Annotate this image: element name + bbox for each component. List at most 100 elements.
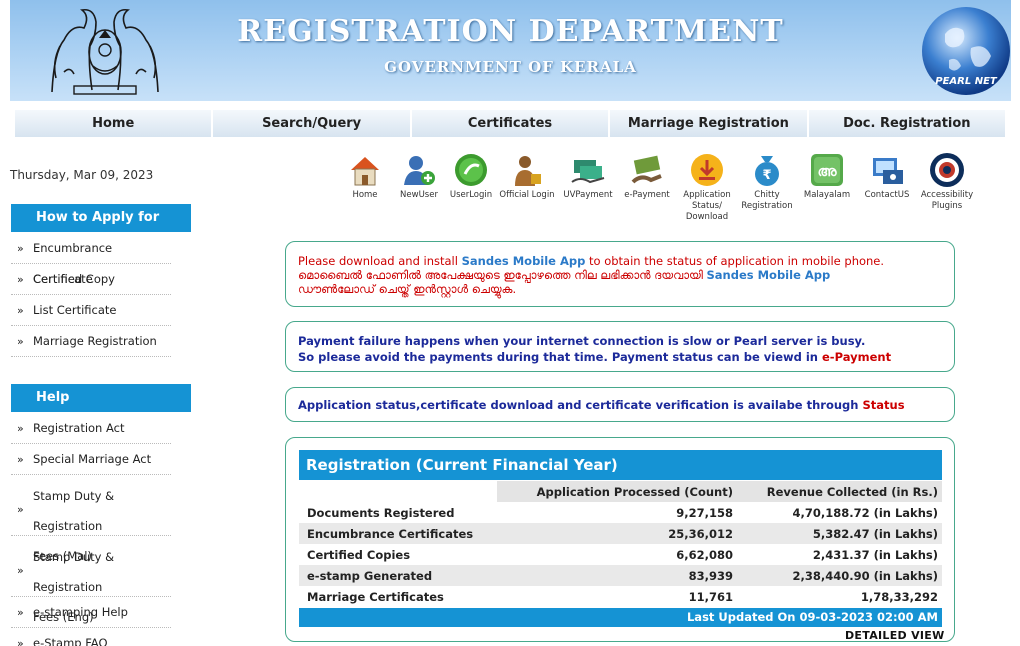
row-label: Documents Registered xyxy=(299,502,497,523)
status-link[interactable]: Status xyxy=(862,398,904,412)
table-row: Documents Registered 9,27,158 4,70,188.7… xyxy=(299,502,942,523)
nav-search-query[interactable]: Search/Query xyxy=(213,110,412,137)
chitty-icon: ₹ xyxy=(755,156,779,186)
notice-line: So please avoid the payments during that… xyxy=(298,349,942,365)
help-heading: Help xyxy=(11,384,191,412)
notice-text: Please download and install xyxy=(298,254,462,268)
sidebar-item-stamp-duty-eng[interactable]: » Stamp Duty & Registration Fees (Eng) xyxy=(11,536,171,624)
row-revenue: 5,382.47 (in Lakhs) xyxy=(737,523,942,544)
notice-text: മൊബൈൽ ഫോണിൽ അപേക്ഷയുടെ ഇപ്പോഴത്തെ നില ലഭ… xyxy=(298,268,707,282)
row-label: Marriage Certificates xyxy=(299,586,497,607)
quick-link-user-login[interactable]: UserLogin xyxy=(440,152,502,201)
e-payment-link[interactable]: e-Payment xyxy=(822,350,891,364)
bullet-icon: » xyxy=(17,422,24,435)
column-header: Revenue Collected (in Rs.) xyxy=(737,481,942,502)
sidebar-item-registration-act[interactable]: » Registration Act xyxy=(11,413,171,444)
registration-stats-box: Registration (Current Financial Year) Ap… xyxy=(285,437,955,642)
bullet-icon: » xyxy=(17,564,24,577)
column-header: Application Processed (Count) xyxy=(497,481,737,502)
how-to-apply-list: » Encumbrance Certificate » Certified Copy… xyxy=(11,233,171,357)
new-user-icon xyxy=(404,156,435,185)
quick-links-icon-bar: Home NewUser UserLogin Official Login UV… xyxy=(338,152,978,232)
bullet-icon: » xyxy=(17,335,24,348)
house-icon xyxy=(351,157,379,186)
nav-home[interactable]: Home xyxy=(15,110,214,137)
official-login-icon xyxy=(515,156,541,186)
bullet-icon: » xyxy=(17,242,24,255)
sidebar-item-label: Special Marriage Act xyxy=(33,452,152,466)
payment-failure-notice: Payment failure happens when your intern… xyxy=(285,321,955,372)
nav-marriage-registration[interactable]: Marriage Registration xyxy=(610,110,809,137)
column-header xyxy=(299,481,497,502)
nav-certificates[interactable]: Certificates xyxy=(411,110,611,137)
quick-link-home[interactable]: Home xyxy=(334,152,396,201)
row-count: 83,939 xyxy=(497,565,737,586)
e-payment-icon xyxy=(631,155,662,184)
icon-label: Accessibility Plugins xyxy=(920,190,974,211)
current-date: Thursday, Mar 09, 2023 xyxy=(10,168,154,182)
download-icon xyxy=(691,154,723,186)
row-label: e-stamp Generated xyxy=(299,565,497,586)
icon-label: Official Login xyxy=(499,190,555,200)
sidebar-item-certified-copy[interactable]: » Certified Copy xyxy=(11,264,171,295)
globe-logo-text: PEARL NET xyxy=(935,76,998,87)
uv-payment-icon xyxy=(571,160,605,184)
bullet-icon: » xyxy=(17,503,24,516)
notice-text: Payment failure happens when your intern… xyxy=(298,334,866,348)
row-label: Certified Copies xyxy=(299,544,497,565)
row-revenue: 2,431.37 (in Lakhs) xyxy=(737,544,942,565)
notice-text: ഡൗൺലോഡ് ചെയ്ത് ഇൻസ്റ്റാൾ ചെയ്യുക. xyxy=(298,282,517,296)
sidebar-item-encumbrance[interactable]: » Encumbrance Certificate xyxy=(11,233,171,286)
sandes-app-link-mal[interactable]: Sandes Mobile App xyxy=(707,268,831,282)
notice-text: to obtain the status of application in m… xyxy=(585,254,885,268)
quick-link-accessibility[interactable]: Accessibility Plugins xyxy=(916,152,978,212)
bullet-icon: » xyxy=(17,304,24,317)
sidebar-item-list-certificate[interactable]: » List Certificate xyxy=(11,295,171,326)
notice-text: So please avoid the payments during that… xyxy=(298,350,822,364)
sidebar-item-label: Marriage Registration xyxy=(33,334,157,348)
icon-label: e-Payment xyxy=(624,190,670,200)
quick-link-e-payment[interactable]: e-Payment xyxy=(616,152,678,201)
sidebar-item-marriage-registration[interactable]: » Marriage Registration xyxy=(11,326,171,357)
row-count: 11,761 xyxy=(497,586,737,607)
how-to-apply-heading: How to Apply for xyxy=(11,204,191,232)
quick-link-chitty-registration[interactable]: ₹ Chitty Registration xyxy=(736,152,798,212)
detailed-view-link[interactable]: DETAILED VIEW xyxy=(845,629,945,642)
icon-label: UVPayment xyxy=(563,190,613,200)
sidebar-item-label: Registration Act xyxy=(33,421,125,435)
registration-table: Application Processed (Count) Revenue Co… xyxy=(299,481,942,607)
registration-title: Registration (Current Financial Year) xyxy=(299,450,942,480)
row-count: 9,27,158 xyxy=(497,502,737,523)
quick-link-contact-us[interactable]: ContactUS xyxy=(856,152,918,201)
quick-link-application-status[interactable]: Application Status/ Download xyxy=(676,152,738,223)
sidebar-item-label: Stamp Duty & Registration xyxy=(33,489,115,533)
page-title: REGISTRATION DEPARTMENT xyxy=(237,14,784,49)
svg-text:₹: ₹ xyxy=(762,168,771,183)
notice-text: Application status,certificate download … xyxy=(298,398,863,412)
svg-text:അ: അ xyxy=(817,164,837,180)
pearl-net-globe-logo: PEARL NET xyxy=(922,7,1010,95)
row-label: Encumbrance Certificates xyxy=(299,523,497,544)
row-revenue: 2,38,440.90 (in Lakhs) xyxy=(737,565,942,586)
header-banner: REGISTRATION DEPARTMENT GOVERNMENT OF KE… xyxy=(10,0,1011,101)
sidebar-item-stamp-duty-mal[interactable]: » Stamp Duty & Registration Fees (Mal) xyxy=(11,475,171,563)
sidebar-item-label: e-stamping Help xyxy=(33,605,128,619)
user-login-icon xyxy=(455,154,487,186)
row-count: 25,36,012 xyxy=(497,523,737,544)
sidebar-item-label: e-Stamp FAQ xyxy=(33,636,108,646)
sandes-app-link[interactable]: Sandes Mobile App xyxy=(462,254,586,268)
nav-doc-registration[interactable]: Doc. Registration xyxy=(808,110,1006,137)
sidebar-item-e-stamp-faq[interactable]: » e-Stamp FAQ xyxy=(11,628,171,646)
row-revenue: 1,78,33,292 xyxy=(737,586,942,607)
sidebar-item-special-marriage-act[interactable]: » Special Marriage Act xyxy=(11,444,171,475)
bullet-icon: » xyxy=(17,606,24,619)
quick-link-malayalam[interactable]: അ Malayalam xyxy=(796,152,858,201)
table-row: Encumbrance Certificates 25,36,012 5,382… xyxy=(299,523,942,544)
table-header-row: Application Processed (Count) Revenue Co… xyxy=(299,481,942,502)
quick-link-uv-payment[interactable]: UVPayment xyxy=(557,152,619,201)
quick-link-official-login[interactable]: Official Login xyxy=(496,152,558,201)
sidebar-item-label: Certified Copy xyxy=(33,272,115,286)
notice-malayalam-text: മൊബൈൽ ഫോണിൽ അപേക്ഷയുടെ ഇപ്പോഴത്തെ നില ലഭ… xyxy=(298,268,942,282)
sidebar-item-e-stamping-help[interactable]: » e-stamping Help xyxy=(11,597,171,628)
icon-label: Application Status/ Download xyxy=(683,190,731,222)
